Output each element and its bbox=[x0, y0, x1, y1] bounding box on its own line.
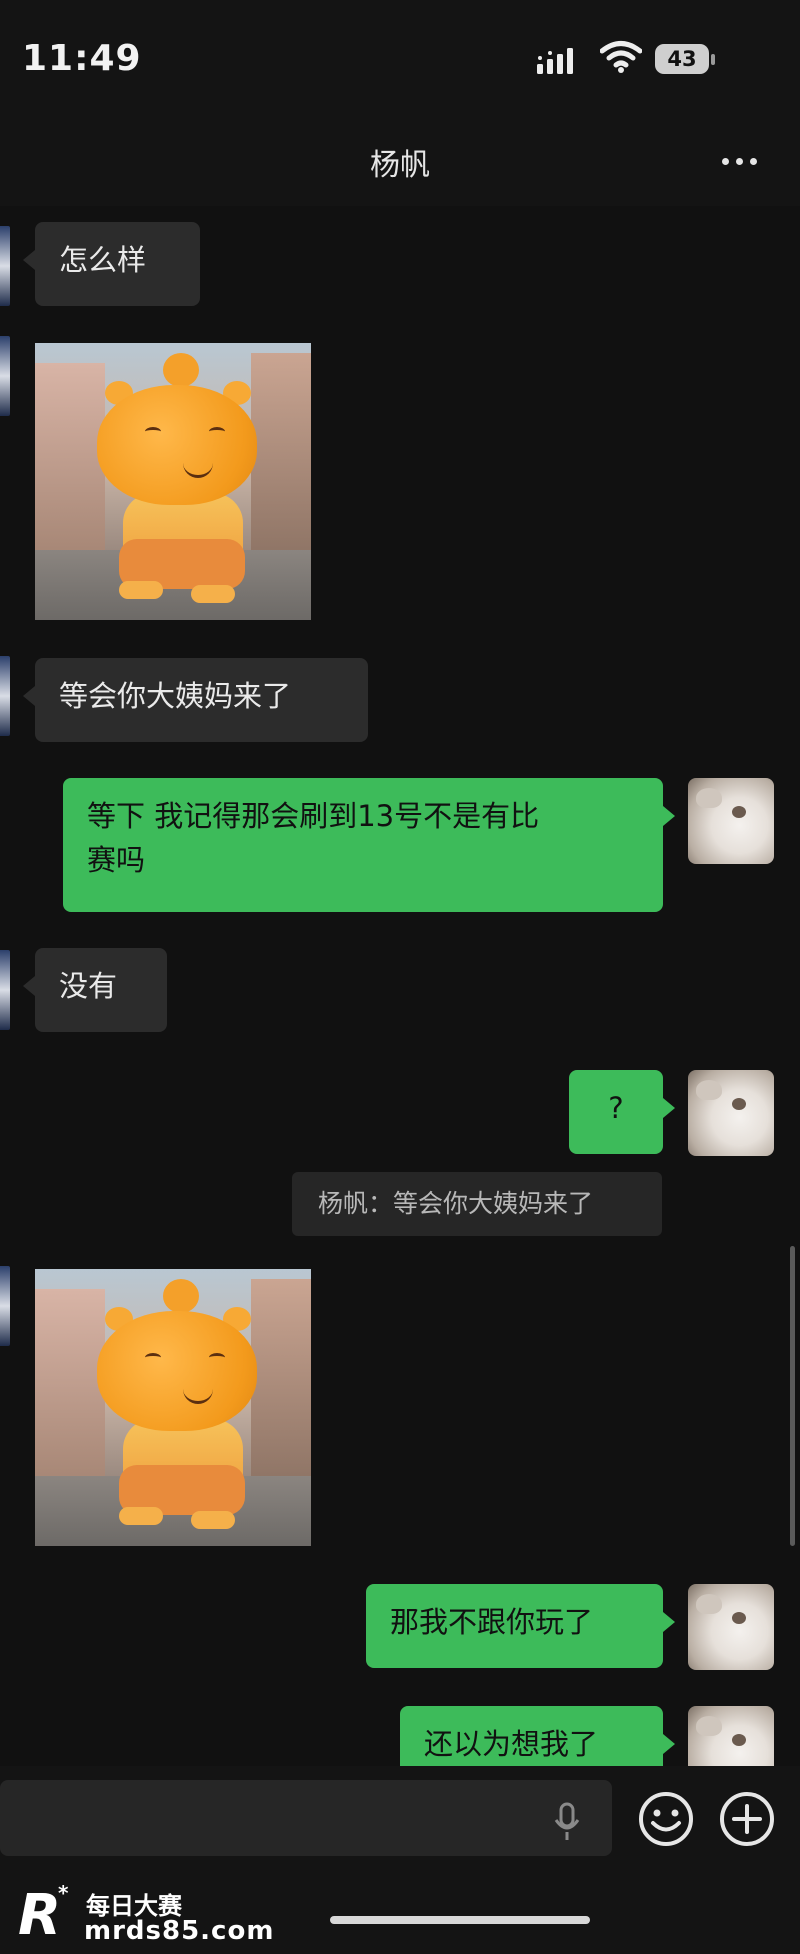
chat-header: 杨帆 bbox=[0, 120, 800, 206]
contact-avatar[interactable] bbox=[0, 1266, 10, 1346]
status-time: 11:49 bbox=[22, 38, 142, 79]
message-list[interactable]: 怎么样 等会你大姨妈来了 等下 我记得那会刷到13号不是有比 赛吗 没有 ? 杨… bbox=[0, 206, 800, 1792]
chat-title: 杨帆 bbox=[370, 148, 430, 183]
bottom-area: R * 每日大赛 mrds85.com bbox=[0, 1866, 800, 1954]
battery-icon: 43 bbox=[655, 44, 715, 76]
svg-text:*: * bbox=[58, 1881, 69, 1905]
contact-avatar[interactable] bbox=[0, 226, 10, 306]
contact-avatar[interactable] bbox=[0, 336, 10, 416]
wifi-icon bbox=[600, 41, 642, 73]
microphone-icon[interactable] bbox=[552, 1802, 582, 1842]
message-bubble-incoming[interactable]: 怎么样 bbox=[23, 222, 200, 306]
contact-avatar[interactable] bbox=[0, 950, 10, 1030]
battery-level: 43 bbox=[667, 47, 697, 71]
message-bubble-incoming[interactable]: 等会你大姨妈来了 bbox=[23, 658, 368, 742]
input-bar bbox=[0, 1766, 800, 1866]
watermark-logo-icon: R * bbox=[18, 1881, 69, 1944]
plus-icon[interactable] bbox=[718, 1790, 776, 1848]
sticker-image[interactable] bbox=[35, 343, 311, 620]
chat-screen: 11:49 43 杨帆 怎么样 等会你大姨妈来了 等下 我记得那会刷到13号不是… bbox=[0, 0, 800, 1954]
watermark: R * 每日大赛 mrds85.com bbox=[14, 1872, 273, 1952]
home-indicator[interactable] bbox=[330, 1916, 590, 1924]
signal-icon bbox=[537, 48, 573, 74]
user-avatar[interactable] bbox=[688, 1070, 774, 1156]
scrollbar[interactable] bbox=[790, 1246, 795, 1546]
message-bubble-outgoing[interactable]: 那我不跟你玩了 bbox=[366, 1584, 675, 1668]
message-input[interactable] bbox=[0, 1780, 612, 1856]
svg-text:R: R bbox=[18, 1883, 61, 1944]
quoted-message[interactable]: 杨帆：等会你大姨妈来了 bbox=[292, 1172, 662, 1236]
user-avatar[interactable] bbox=[688, 778, 774, 864]
more-dots-icon[interactable] bbox=[720, 146, 760, 176]
contact-avatar[interactable] bbox=[0, 656, 10, 736]
status-bar: 11:49 43 bbox=[0, 0, 800, 120]
emoji-icon[interactable] bbox=[637, 1790, 695, 1848]
message-bubble-outgoing[interactable]: ? bbox=[569, 1070, 675, 1154]
user-avatar[interactable] bbox=[688, 1584, 774, 1670]
watermark-url: mrds85.com bbox=[84, 1916, 275, 1946]
message-bubble-incoming[interactable]: 没有 bbox=[23, 948, 167, 1032]
sticker-image[interactable] bbox=[35, 1269, 311, 1546]
message-bubble-outgoing[interactable]: 等下 我记得那会刷到13号不是有比 赛吗 bbox=[63, 778, 675, 912]
